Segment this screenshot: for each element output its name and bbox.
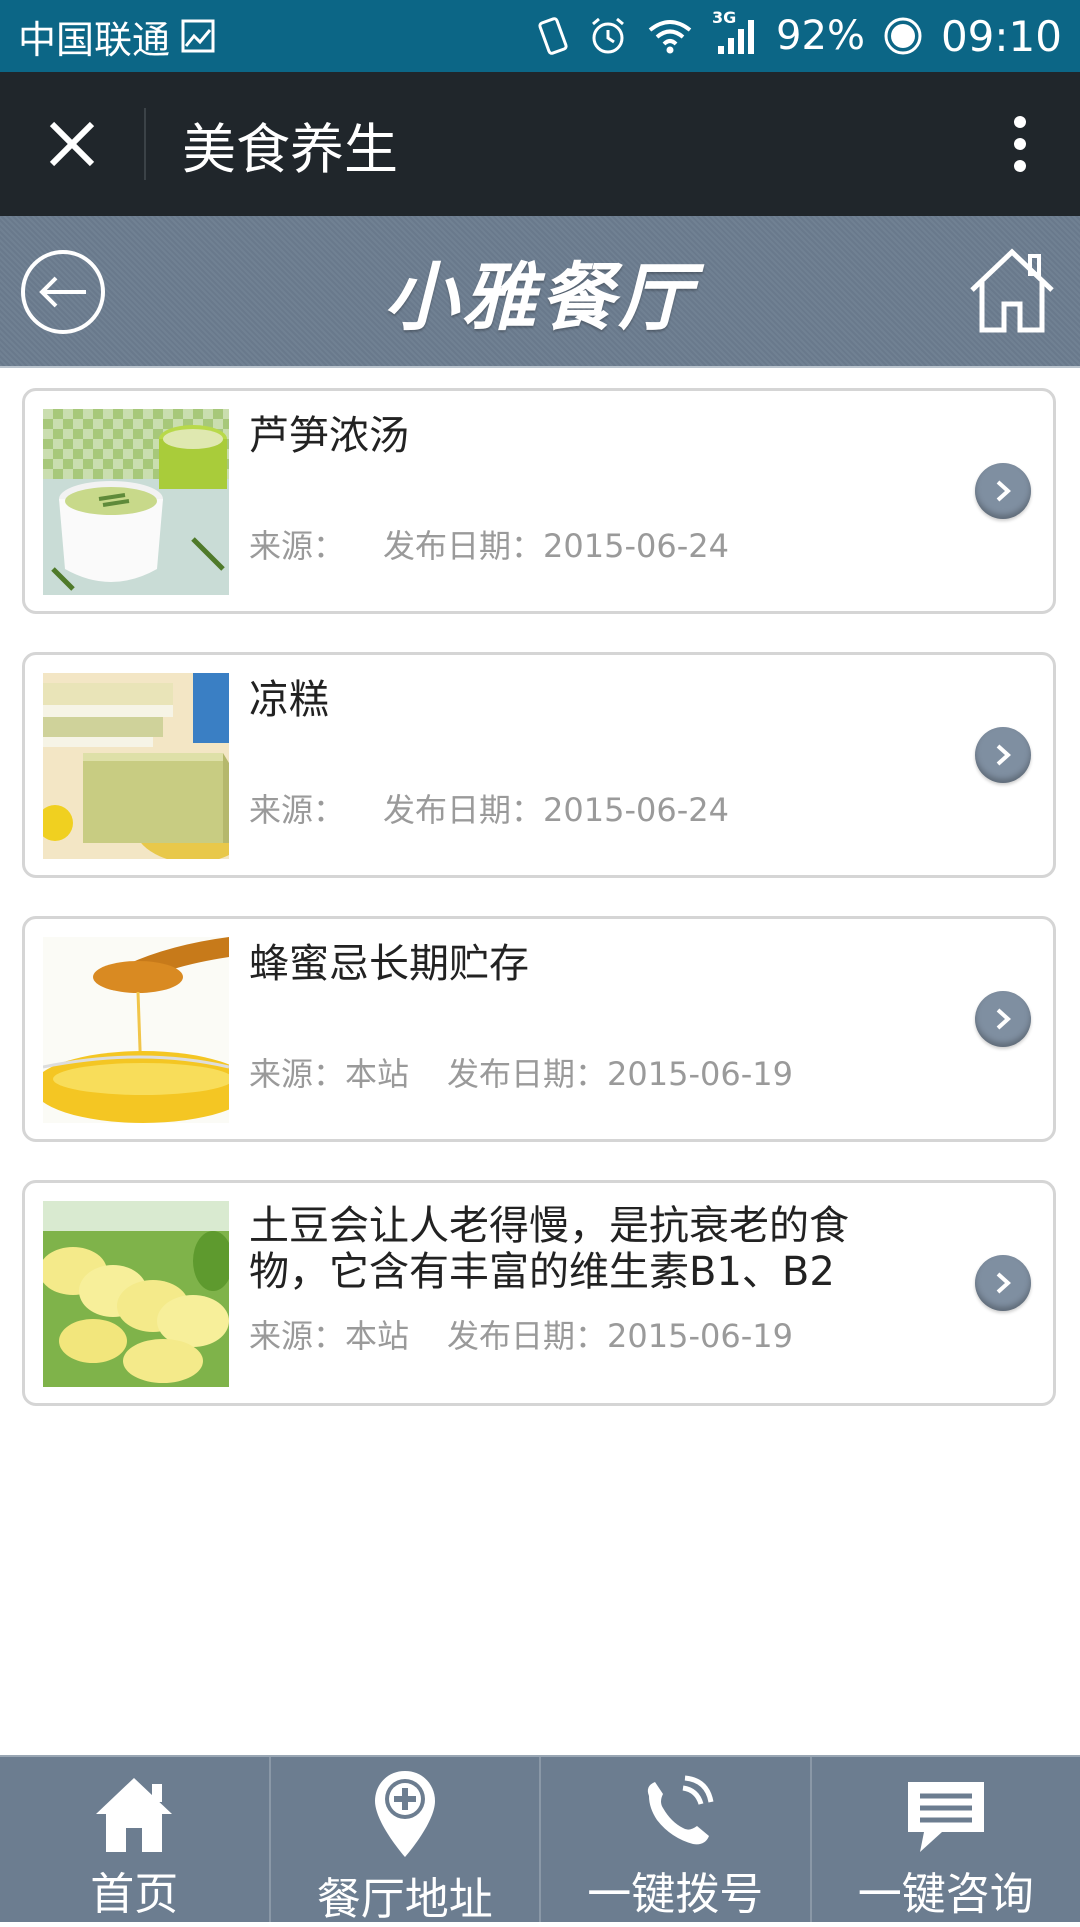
date-label: 发布日期： <box>447 1055 607 1093</box>
nav-label: 一键拨号 <box>587 1858 763 1922</box>
nav-label: 首页 <box>90 1858 178 1922</box>
home-button[interactable] <box>968 246 1056 336</box>
publish-date: 2015-06-24 <box>543 791 729 829</box>
chat-icon <box>906 1769 986 1854</box>
nav-label: 餐厅地址 <box>317 1863 493 1927</box>
article-title: 蜂蜜忌长期贮存 <box>249 941 909 987</box>
open-article-button[interactable] <box>975 727 1031 783</box>
back-button[interactable] <box>20 249 106 335</box>
article-card[interactable]: 土豆会让人老得慢，是抗衰老的食物，它含有丰富的维生素B1、B2 来源：本站发布日… <box>22 1180 1056 1406</box>
source-value: 本站 <box>345 1317 409 1355</box>
network-type: 3G <box>712 8 736 27</box>
bottom-nav: 首页 餐厅地址 一键拨号 一键咨询 <box>0 1755 1080 1922</box>
chevron-right-icon <box>992 742 1014 768</box>
app-title-bar: 美食养生 <box>0 72 1080 216</box>
date-label: 发布日期： <box>383 527 543 565</box>
source-label: 来源： <box>249 1055 345 1093</box>
nav-item-call[interactable]: 一键拨号 <box>541 1757 812 1922</box>
clock: 09:10 <box>941 12 1062 61</box>
site-header: 小雅餐厅 <box>0 216 1080 368</box>
nav-item-home[interactable]: 首页 <box>0 1757 271 1922</box>
more-menu-button[interactable] <box>960 72 1080 216</box>
restaurant-logo: 小雅餐厅 <box>384 238 696 345</box>
article-meta: 来源： 发布日期：2015-06-24 <box>249 785 729 831</box>
source-label: 来源： <box>249 791 345 829</box>
source-label: 来源： <box>249 527 345 565</box>
home-outline-icon <box>968 246 1056 336</box>
back-arrow-icon <box>20 249 106 335</box>
article-thumbnail <box>43 1201 229 1387</box>
nav-label: 一键咨询 <box>858 1858 1034 1922</box>
article-meta: 来源： 发布日期：2015-06-24 <box>249 521 729 567</box>
date-label: 发布日期： <box>383 791 543 829</box>
alarm-icon <box>588 16 628 56</box>
article-thumbnail <box>43 937 229 1123</box>
article-list: 芦笋浓汤 来源：发布日期：2015-06-24 凉糕 <box>22 388 1056 1444</box>
article-card[interactable]: 芦笋浓汤 来源： 发布日期：2015-06-24 <box>22 388 1056 614</box>
carrier-name: 中国联通 <box>18 9 170 64</box>
article-title: 土豆会让人老得慢，是抗衰老的食物，它含有丰富的维生素B1、B2 <box>249 1203 909 1295</box>
publish-date: 2015-06-19 <box>607 1055 793 1093</box>
article-meta: 来源：本站发布日期：2015-06-19 <box>249 1049 793 1095</box>
page-title: 美食养生 <box>182 105 960 184</box>
vibrate-icon <box>536 16 570 56</box>
signal-icon: 3G <box>712 16 758 56</box>
location-pin-icon <box>373 1769 437 1859</box>
article-title: 芦笋浓汤 <box>249 413 909 459</box>
phone-icon <box>635 1769 715 1854</box>
chevron-right-icon <box>992 478 1014 504</box>
source-label: 来源： <box>249 1317 345 1355</box>
chevron-right-icon <box>992 1270 1014 1296</box>
gallery-notification-icon <box>180 18 216 54</box>
title-divider <box>144 108 146 180</box>
open-article-button[interactable] <box>975 991 1031 1047</box>
nav-item-consult[interactable]: 一键咨询 <box>812 1757 1080 1922</box>
battery-icon <box>883 16 923 56</box>
publish-date: 2015-06-19 <box>607 1317 793 1355</box>
nav-item-address[interactable]: 餐厅地址 <box>271 1757 542 1922</box>
battery-percent: 92% <box>776 13 865 59</box>
status-icons: 3G 92% 09:10 <box>536 12 1062 61</box>
article-card[interactable]: 凉糕 来源： 发布日期：2015-06-24 <box>22 652 1056 878</box>
close-icon <box>47 119 97 169</box>
article-meta: 来源：本站发布日期：2015-06-19 <box>249 1311 793 1357</box>
chevron-right-icon <box>992 1006 1014 1032</box>
date-label: 发布日期： <box>447 1317 607 1355</box>
article-title: 凉糕 <box>249 677 909 723</box>
wifi-icon <box>646 18 694 54</box>
carrier-group: 中国联通 <box>18 9 216 64</box>
open-article-button[interactable] <box>975 463 1031 519</box>
article-thumbnail <box>43 409 229 595</box>
publish-date: 2015-06-24 <box>543 527 729 565</box>
status-bar: 中国联通 3G 92% 09:10 <box>0 0 1080 72</box>
open-article-button[interactable] <box>975 1255 1031 1311</box>
more-vertical-icon <box>1012 114 1028 174</box>
article-thumbnail <box>43 673 229 859</box>
article-card[interactable]: 蜂蜜忌长期贮存 来源：本站发布日期：2015-06-19 <box>22 916 1056 1142</box>
source-value: 本站 <box>345 1055 409 1093</box>
close-button[interactable] <box>0 72 144 216</box>
home-icon <box>94 1769 174 1854</box>
